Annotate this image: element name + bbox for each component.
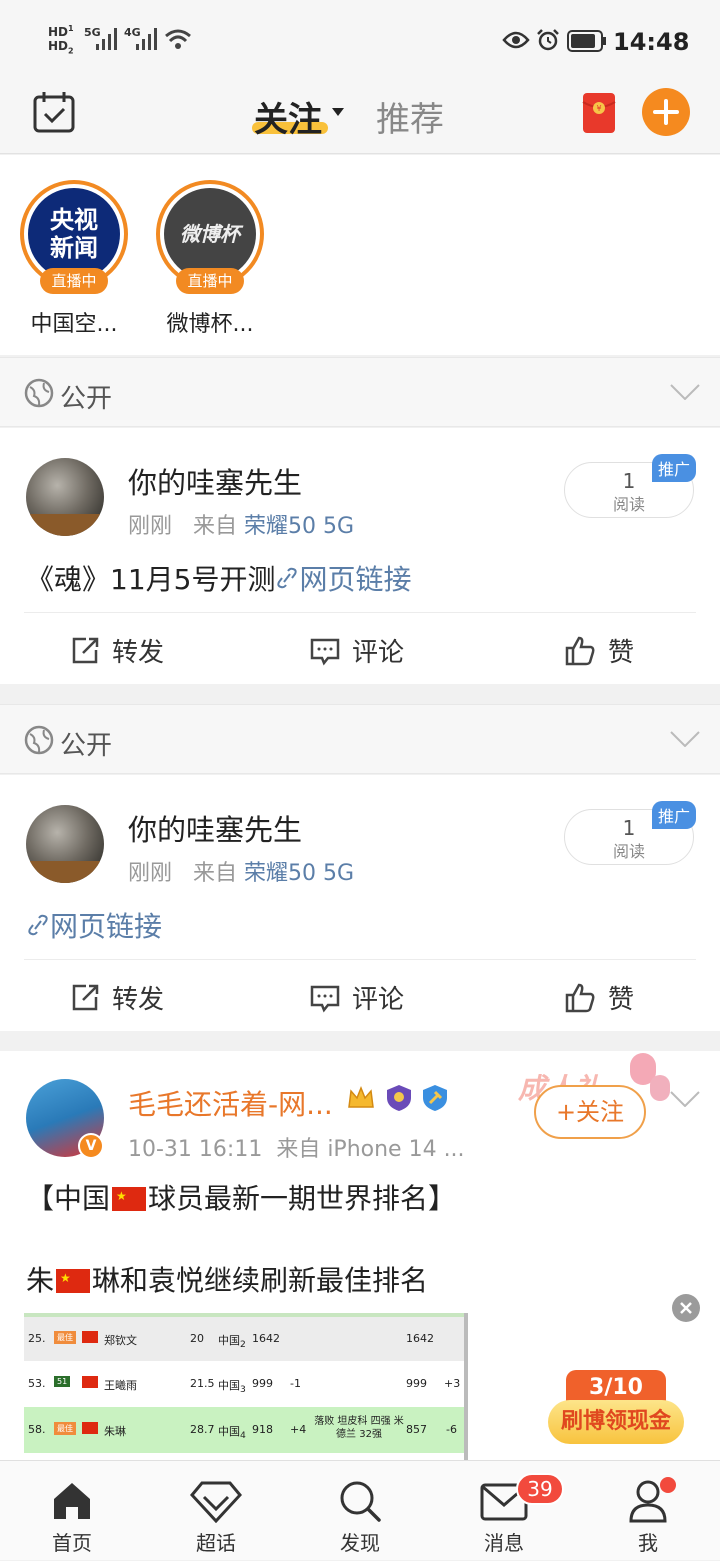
- thumbs-up-icon: [565, 636, 595, 665]
- battery-icon: [567, 30, 606, 52]
- chevron-down-icon[interactable]: [670, 731, 700, 747]
- promo-tag: 推广: [652, 801, 697, 829]
- visibility-bar: 公开: [0, 357, 720, 427]
- table-row: 25. 最佳 郑钦文 20 中国2 1642 1642: [24, 1317, 464, 1361]
- diamond-icon: [190, 1481, 242, 1523]
- nav-label: 首页: [52, 1531, 92, 1555]
- nav-label: 超话: [196, 1531, 236, 1555]
- avatar: 微博杯: [164, 188, 256, 280]
- hd-indicator: HD1 HD2: [48, 24, 74, 56]
- verified-badge-icon: V: [78, 1133, 104, 1159]
- china-flag-icon: ★: [112, 1187, 147, 1211]
- close-icon[interactable]: [672, 1294, 700, 1322]
- clock-time: 14:48: [613, 28, 690, 56]
- chevron-down-icon[interactable]: [670, 384, 700, 400]
- link-icon: [28, 914, 48, 936]
- promo-tag: 推广: [652, 454, 697, 482]
- like-button[interactable]: 赞: [564, 632, 634, 669]
- post-username[interactable]: 你的哇塞先生: [128, 807, 302, 849]
- link-icon: [277, 567, 298, 589]
- post-card: 你的哇塞先生 刚刚 来自 荣耀50 5G 1 阅读 推广 《魂》11月5号开测网…: [0, 428, 720, 684]
- bottom-nav: 首页 超话 发现 39 消息 我: [0, 1460, 720, 1560]
- story-weibo-cup[interactable]: 微博杯 直播中 微博杯...: [156, 180, 264, 337]
- avatar[interactable]: [26, 805, 104, 883]
- post-card: 你的哇塞先生 刚刚 来自 荣耀50 5G 1 阅读 推广 网页链接 转发 评论 …: [0, 775, 720, 1031]
- live-badge: 直播中: [40, 268, 108, 294]
- table-row: 53. 51 王曦雨 21.5 中国3 999 -1 999 +3: [24, 1361, 464, 1407]
- repost-icon: [72, 637, 99, 663]
- reward-label: 刷博领现金: [548, 1400, 684, 1444]
- search-icon: [340, 1481, 381, 1522]
- live-stories-row: 央视 新闻 直播中 中国空... 微博杯 直播中 微博杯...: [0, 155, 720, 355]
- story-cctv-news[interactable]: 央视 新闻 直播中 中国空...: [20, 180, 128, 337]
- tab-recommend[interactable]: 推荐: [376, 92, 444, 141]
- comment-button[interactable]: 评论: [310, 979, 404, 1016]
- nav-home[interactable]: 首页: [22, 1461, 122, 1561]
- nav-messages[interactable]: 39 消息: [454, 1461, 564, 1561]
- status-bar: HD1 HD2 5G 4G 14:48: [0, 0, 720, 82]
- globe-icon: [24, 378, 54, 408]
- post-username[interactable]: 你的哇塞先生: [128, 460, 302, 502]
- post-source[interactable]: 荣耀50 5G: [244, 514, 354, 539]
- visibility-label: 公开: [60, 384, 113, 414]
- calendar-checkin-icon[interactable]: [32, 90, 76, 134]
- nav-label: 我: [638, 1531, 658, 1555]
- visibility-bar: 公开: [0, 704, 720, 774]
- nav-me[interactable]: 我: [598, 1461, 698, 1561]
- web-link[interactable]: 网页链接: [26, 905, 162, 945]
- post-meta: 刚刚 来自 荣耀50 5G: [128, 514, 355, 539]
- ranking-table-image[interactable]: 25. 最佳 郑钦文 20 中国2 1642 1642 53. 51 王曦雨 2…: [24, 1313, 468, 1460]
- story-name: 微博杯...: [166, 312, 254, 337]
- post-meta: 10-31 16:11 来自 iPhone 14 ...: [128, 1137, 465, 1162]
- nav-discover[interactable]: 发现: [310, 1461, 410, 1561]
- signal-icon-2: [136, 28, 157, 50]
- post-source[interactable]: 荣耀50 5G: [244, 861, 354, 886]
- crown-icon: [348, 1085, 374, 1108]
- reward-widget[interactable]: 3/10 刷博领现金: [548, 1370, 684, 1446]
- avatar: 央视 新闻: [28, 188, 120, 280]
- live-badge: 直播中: [176, 268, 244, 294]
- chevron-down-icon: [332, 108, 344, 116]
- comment-icon: [310, 985, 340, 1012]
- avatar[interactable]: [26, 458, 104, 536]
- hammer-badge-icon: [423, 1085, 447, 1111]
- balloon-icon: [650, 1075, 670, 1101]
- wifi-icon: [165, 29, 191, 49]
- nav-super-topic[interactable]: 超话: [166, 1461, 266, 1561]
- follow-button[interactable]: +关注: [534, 1085, 646, 1139]
- visibility-label: 公开: [60, 731, 113, 761]
- repost-button[interactable]: 转发: [70, 632, 164, 669]
- post-text: 《魂》11月5号开测 网页链接: [26, 563, 412, 596]
- repost-icon: [72, 984, 99, 1010]
- shield-badge-icon: [387, 1085, 411, 1111]
- thumbs-up-icon: [565, 983, 595, 1012]
- notification-dot: [660, 1477, 676, 1493]
- svg-text:¥: ¥: [596, 104, 601, 113]
- globe-icon: [24, 725, 54, 755]
- post-meta: 刚刚 来自 荣耀50 5G: [128, 861, 355, 886]
- story-name: 中国空...: [30, 312, 118, 337]
- chevron-down-icon[interactable]: [670, 1091, 700, 1107]
- post-username[interactable]: 毛毛还活着-网...: [128, 1083, 333, 1123]
- alarm-icon: [537, 29, 559, 51]
- red-envelope-icon[interactable]: ¥: [582, 92, 616, 134]
- comment-button[interactable]: 评论: [310, 632, 404, 669]
- nav-label: 消息: [484, 1531, 524, 1555]
- like-button[interactable]: 赞: [564, 979, 634, 1016]
- repost-button[interactable]: 转发: [70, 979, 164, 1016]
- comment-icon: [310, 638, 340, 665]
- add-post-icon[interactable]: [642, 88, 690, 136]
- post-text-line: 【中国 ★ 球员最新一期世界排名】: [26, 1182, 457, 1215]
- signal-icon: [96, 28, 117, 50]
- table-row: 58. 最佳 朱琳 28.7 中国4 918 +4 落败 坦皮科 四强 米德兰 …: [24, 1407, 464, 1453]
- nav-label: 发现: [340, 1531, 380, 1555]
- china-flag-icon: ★: [56, 1269, 91, 1293]
- eye-icon: [502, 31, 530, 49]
- top-bar: 关注 推荐 ¥: [0, 82, 720, 154]
- home-icon: [54, 1483, 90, 1519]
- web-link[interactable]: 网页链接: [275, 563, 411, 596]
- post-text-line: 朱 ★ 琳和袁悦继续刷新最佳排名: [26, 1264, 429, 1297]
- unread-badge: 39: [516, 1473, 564, 1505]
